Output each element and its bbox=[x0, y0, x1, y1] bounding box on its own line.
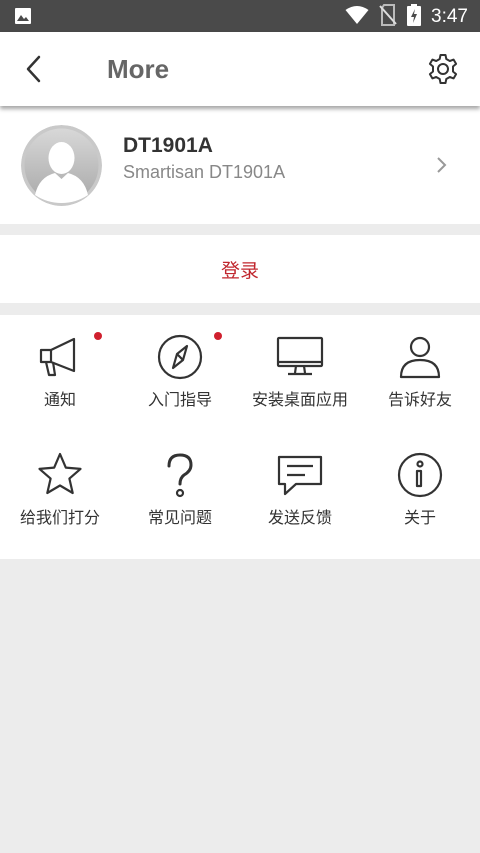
menu-item-label: 常见问题 bbox=[147, 508, 212, 527]
menu-item-label: 通知 bbox=[43, 390, 76, 409]
back-button[interactable] bbox=[18, 52, 50, 86]
notification-badge bbox=[94, 332, 102, 340]
menu-item-about[interactable]: 关于 bbox=[360, 433, 480, 543]
battery-icon bbox=[407, 4, 422, 30]
star-icon bbox=[38, 452, 82, 495]
info-icon bbox=[397, 452, 443, 498]
question-icon bbox=[167, 453, 193, 498]
profile-card[interactable]: DT1901A Smartisan DT1901A bbox=[0, 106, 480, 224]
menu-item-rate-us[interactable]: 给我们打分 bbox=[0, 433, 120, 543]
menu-item-label: 发送反馈 bbox=[267, 508, 332, 527]
menu-grid: 通知 入门指导 安装桌面应用 告诉好友 给我们打分 常见问题 发送反馈 关于 bbox=[0, 315, 480, 559]
compass-icon bbox=[157, 334, 203, 380]
page-title: More bbox=[107, 54, 170, 84]
avatar bbox=[21, 125, 102, 206]
menu-item-tell-friends[interactable]: 告诉好友 bbox=[360, 315, 480, 425]
menu-item-label: 给我们打分 bbox=[19, 508, 100, 527]
profile-name: DT1901A bbox=[123, 134, 213, 157]
settings-button[interactable] bbox=[426, 52, 460, 86]
gallery-icon bbox=[14, 7, 32, 29]
menu-item-label: 入门指导 bbox=[147, 390, 212, 409]
notification-badge bbox=[214, 332, 222, 340]
chevron-right-icon bbox=[436, 156, 448, 174]
app-bar: More bbox=[0, 32, 480, 106]
profile-model: Smartisan DT1901A bbox=[123, 162, 286, 182]
menu-item-guide[interactable]: 入门指导 bbox=[120, 315, 240, 425]
no-sim-icon bbox=[379, 4, 397, 30]
menu-item-label: 关于 bbox=[403, 508, 436, 527]
avatar-placeholder-icon bbox=[21, 125, 102, 206]
menu-item-install-desktop[interactable]: 安装桌面应用 bbox=[240, 315, 360, 425]
message-icon bbox=[277, 455, 323, 496]
menu-item-notifications[interactable]: 通知 bbox=[0, 315, 120, 425]
login-label: 登录 bbox=[220, 259, 259, 282]
megaphone-icon bbox=[39, 337, 76, 377]
wifi-icon bbox=[345, 5, 369, 29]
status-bar: 3:47 bbox=[0, 0, 480, 32]
person-icon bbox=[399, 336, 441, 379]
gear-icon bbox=[428, 54, 458, 84]
login-button[interactable]: 登录 bbox=[0, 235, 480, 303]
back-arrow-icon bbox=[26, 55, 41, 83]
status-time: 3:47 bbox=[431, 6, 468, 27]
menu-item-faq[interactable]: 常见问题 bbox=[120, 433, 240, 543]
monitor-icon bbox=[276, 336, 324, 376]
menu-item-label: 安装桌面应用 bbox=[251, 390, 348, 409]
menu-item-label: 告诉好友 bbox=[387, 390, 452, 409]
menu-item-feedback[interactable]: 发送反馈 bbox=[240, 433, 360, 543]
